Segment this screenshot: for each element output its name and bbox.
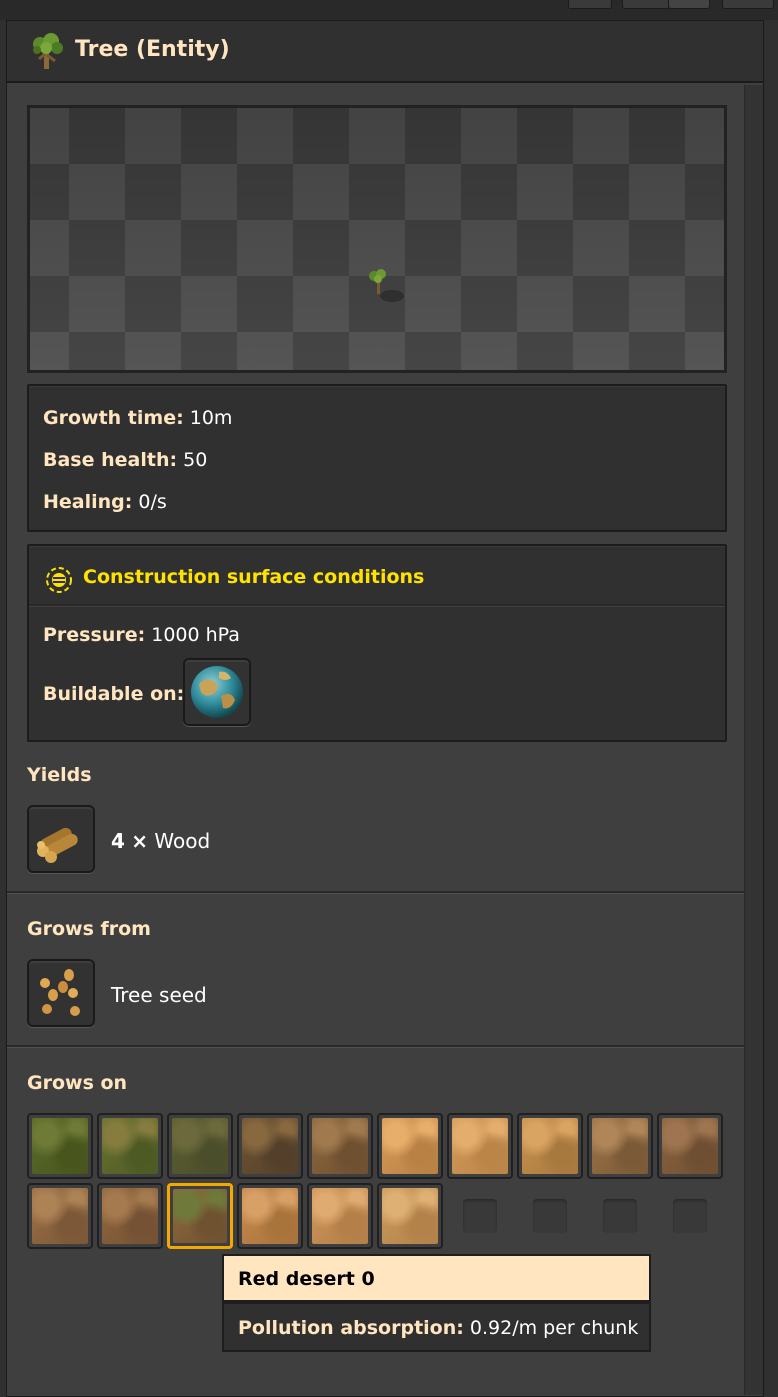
healing-row: Healing: 0/s	[43, 491, 167, 513]
grass-tile-2-texture	[102, 1118, 158, 1174]
wood-name: Wood	[154, 829, 211, 853]
grows-on-grid	[27, 1113, 727, 1253]
entity-preview	[27, 105, 727, 373]
grass-tile-1[interactable]	[27, 1113, 93, 1179]
dirt-tile-1-texture	[242, 1118, 298, 1174]
sand-tile-2[interactable]	[447, 1113, 513, 1179]
grass-tile-3-texture	[172, 1118, 228, 1174]
times-sign: ×	[131, 829, 149, 853]
sand-tile-5[interactable]	[307, 1183, 373, 1249]
planet-nauvis-slot[interactable]	[183, 658, 251, 726]
wood-yield-text: 4 × Wood	[111, 829, 210, 853]
pressure-value: 1000 hPa	[151, 624, 240, 646]
wood-icon	[37, 827, 78, 863]
sand-tile-6[interactable]	[377, 1183, 443, 1249]
dirt-tile-4-texture	[102, 1188, 158, 1244]
dirt-tile-1[interactable]	[237, 1113, 303, 1179]
desert-tile-2-texture	[662, 1118, 718, 1174]
sand-tile-6-texture	[382, 1188, 438, 1244]
top-button-2[interactable]	[622, 0, 670, 9]
yields-heading: Yields	[27, 764, 92, 786]
wood-slot[interactable]	[27, 805, 95, 873]
grass-tile-1-texture	[32, 1118, 88, 1174]
tree-seed-slot[interactable]	[27, 959, 95, 1027]
base-health-value: 50	[183, 449, 208, 471]
desert-tile-1[interactable]	[587, 1113, 653, 1179]
stats-box: Growth time: 10m Base health: 50 Healing…	[27, 384, 727, 532]
dirt-tile-4[interactable]	[97, 1183, 163, 1249]
sand-tile-1[interactable]	[377, 1113, 443, 1179]
title-bar: Tree (Entity)	[7, 21, 763, 83]
grows-on-heading: Grows on	[27, 1072, 128, 1094]
empty-tile-slot	[447, 1183, 513, 1249]
sand-tile-4[interactable]	[237, 1183, 303, 1249]
surface-conditions-divider	[29, 604, 725, 607]
top-button-1[interactable]	[568, 0, 612, 9]
pollution-absorption-row: Pollution absorption: 0.92/m per chunk	[238, 1317, 639, 1339]
tooltip-title: Red desert 0	[238, 1268, 375, 1290]
sand-tile-2-texture	[452, 1118, 508, 1174]
surface-conditions-icon	[46, 567, 72, 593]
buildable-on-row: Buildable on:	[43, 683, 185, 705]
pollution-absorption-value: 0.92/m per chunk	[469, 1317, 639, 1339]
window-title: Tree (Entity)	[75, 37, 230, 62]
wood-count: 4	[111, 829, 125, 853]
divider-yields	[7, 891, 744, 894]
growth-time-row: Growth time: 10m	[43, 407, 233, 429]
sand-tile-3[interactable]	[517, 1113, 583, 1179]
top-button-4[interactable]	[722, 0, 774, 9]
surface-conditions-box: Construction surface conditions Pressure…	[27, 544, 727, 742]
desert-tile-1-texture	[592, 1118, 648, 1174]
dirt-tile-3-texture	[32, 1188, 88, 1244]
growth-time-value: 10m	[189, 407, 233, 429]
base-health-row: Base health: 50	[43, 449, 208, 471]
grass-tile-2[interactable]	[97, 1113, 163, 1179]
empty-tile-slot	[657, 1183, 723, 1249]
grass-tile-3[interactable]	[167, 1113, 233, 1179]
empty-tile-slot	[587, 1183, 653, 1249]
dirt-tile-2[interactable]	[307, 1113, 373, 1179]
tooltip-header: Red desert 0	[222, 1254, 651, 1302]
planet-nauvis-icon	[191, 666, 243, 718]
red-desert-tile[interactable]	[167, 1183, 233, 1249]
red-desert-tile-texture	[173, 1189, 227, 1243]
divider-grows-from	[7, 1045, 744, 1048]
healing-value: 0/s	[138, 491, 167, 513]
surface-conditions-title: Construction surface conditions	[83, 566, 425, 588]
pressure-row: Pressure: 1000 hPa	[43, 624, 240, 646]
tooltip-body: Pollution absorption: 0.92/m per chunk	[222, 1302, 651, 1352]
sand-tile-1-texture	[382, 1118, 438, 1174]
sand-tile-4-texture	[242, 1188, 298, 1244]
tree-seed-text: Tree seed	[111, 983, 207, 1007]
sand-tile-5-texture	[312, 1188, 368, 1244]
scrollbar[interactable]	[744, 85, 763, 1395]
empty-tile-slot	[517, 1183, 583, 1249]
tree-seed-icon	[40, 969, 80, 1016]
top-strip	[0, 0, 778, 20]
top-button-3[interactable]	[668, 0, 710, 9]
tree-icon	[33, 33, 63, 69]
tree-preview-sprite	[369, 269, 404, 302]
sand-tile-3-texture	[522, 1118, 578, 1174]
dirt-tile-3[interactable]	[27, 1183, 93, 1249]
dirt-tile-2-texture	[312, 1118, 368, 1174]
factoriopedia-panel: Tree (Entity) Growth time: 10m Base heal…	[6, 20, 764, 1397]
grows-from-heading: Grows from	[27, 918, 151, 940]
desert-tile-2[interactable]	[657, 1113, 723, 1179]
